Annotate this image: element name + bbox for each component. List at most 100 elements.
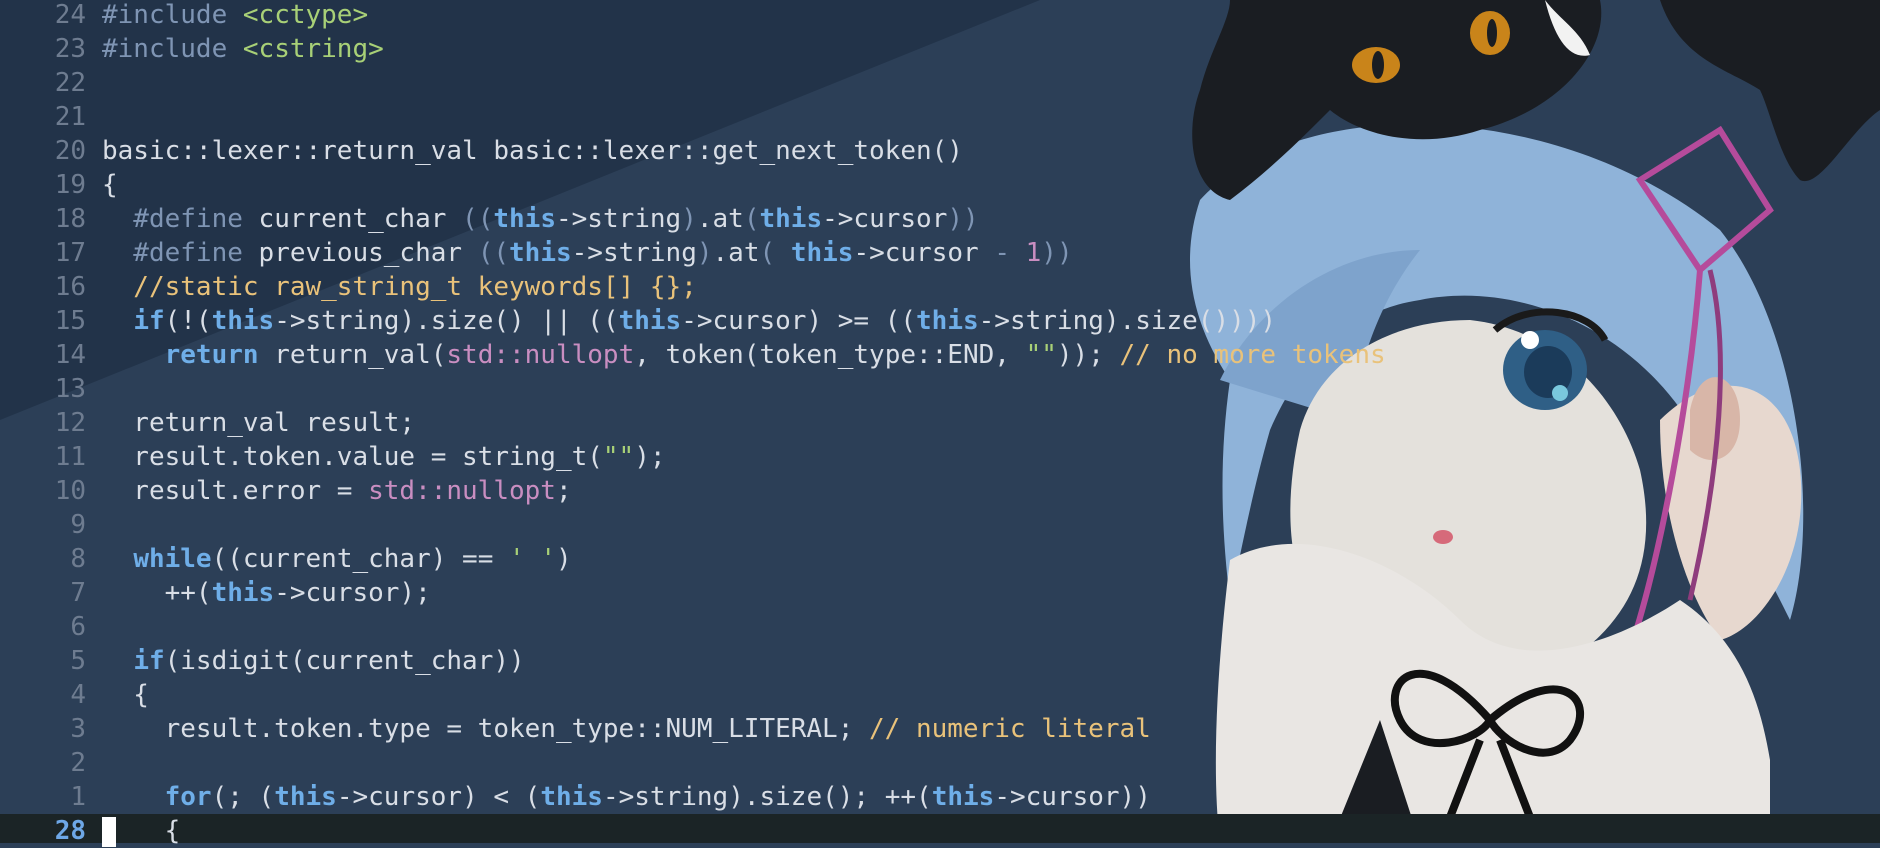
line-number: 21 [54,102,86,132]
code-line[interactable]: 2 [0,746,1880,780]
code-token: )) [947,204,979,234]
code-line[interactable]: 12 return_val result; [0,406,1880,440]
code-token: ->cursor [853,238,995,268]
code-token: 1 [1025,238,1042,268]
code-token: "" [602,442,635,472]
line-number: 2 [70,748,86,778]
code-token: ( [743,204,760,234]
code-line[interactable]: 19 { [0,168,1880,202]
code-token: return_val( [258,340,447,370]
line-number: 22 [54,68,86,98]
line-number: 11 [54,442,86,472]
code-line[interactable]: 20 basic::lexer::return_val basic::lexer:… [0,134,1880,168]
code-text: #include <cstring> [102,32,384,66]
code-token: (( [477,238,510,268]
code-line[interactable]: 16 //static raw_string_t keywords[] {}; [0,270,1880,304]
code-editor[interactable]: 24 #include <cctype> 23 #include <cstring> 2… [0,0,1880,847]
code-token: ->string [571,238,697,268]
code-text: #define previous_char ((this->string).at… [102,236,1073,270]
line-number: 23 [54,34,86,64]
code-line[interactable]: 9 [0,508,1880,542]
code-line[interactable]: 1 for(; (this->cursor) < (this->string).… [0,780,1880,814]
line-number: 7 [70,578,86,608]
code-token: ++( [102,578,212,608]
code-token: result.token.type = token_type::NUM_LITE… [102,714,870,744]
code-token: ->cursor) >= (( [681,306,917,336]
code-token: this [509,238,572,268]
code-token: // numeric literal [869,714,1151,744]
code-token: ->cursor)) [994,782,1151,812]
code-token: this [790,238,854,268]
code-token: this [931,782,995,812]
code-text: result.token.value = string_t(""); [102,440,666,474]
line-number: 10 [54,476,86,506]
code-token: if [133,306,165,336]
line-number: 24 [54,0,86,30]
code-line[interactable]: 13 [0,372,1880,406]
code-text: result.token.type = token_type::NUM_LITE… [102,712,1151,746]
code-text: return_val result; [102,406,415,440]
line-number: 8 [70,544,86,574]
code-token: (; ( [211,782,275,812]
code-token: result.token.value = string_t( [102,442,603,472]
code-text: { [102,678,149,712]
code-line[interactable]: 3 result.token.type = token_type::NUM_LI… [0,712,1880,746]
code-line[interactable]: 22 [0,66,1880,100]
code-token: ->cursor) < ( [336,782,541,812]
code-line[interactable]: 18 #define current_char ((this->string).… [0,202,1880,236]
code-token: { [102,680,149,710]
code-token: ->cursor [822,204,948,234]
code-line[interactable]: 23 #include <cstring> [0,32,1880,66]
line-number: 19 [54,170,86,200]
code-line[interactable]: 17 #define previous_char ((this->string)… [0,236,1880,270]
code-text: ++(this->cursor); [102,576,431,610]
code-line[interactable]: 5 if(isdigit(current_char)) [0,644,1880,678]
code-text: #define current_char ((this->string).at(… [102,202,979,236]
code-token: while [133,544,212,574]
code-token: (isdigit(current_char)) [164,646,525,676]
code-line[interactable]: 8 while((current_char) == ' ') [0,542,1880,576]
code-line[interactable]: 6 [0,610,1880,644]
code-text: #include <cctype> [102,0,368,32]
code-line[interactable]: 4 { [0,678,1880,712]
code-token: ) [696,238,713,268]
code-token: this [916,306,979,336]
code-token: )) [1041,238,1073,268]
code-token: ( [759,238,791,268]
code-token: ->cursor); [274,578,431,608]
code-line[interactable]: 14 return return_val(std::nullopt, token… [0,338,1880,372]
code-token: result.error = [102,476,369,506]
code-line[interactable]: 21 [0,100,1880,134]
code-token: ((current_char) == [211,544,510,574]
line-number: 3 [70,714,86,744]
code-token: (!( [164,306,212,336]
code-line[interactable]: 11 result.token.value = string_t(""); [0,440,1880,474]
code-token: this [211,306,275,336]
code-token: (( [462,204,494,234]
code-token: // no more tokens [1119,340,1386,370]
code-line[interactable]: 15 if(!(this->string).size() || ((this->… [0,304,1880,338]
line-number: 20 [54,136,86,166]
code-token: ->string).size(); ++( [602,782,932,812]
code-line[interactable]: 7 ++(this->cursor); [0,576,1880,610]
code-token: ); [634,442,666,472]
code-token: return [164,340,259,370]
code-line[interactable]: 10 result.error = std::nullopt; [0,474,1880,508]
code-token: ->string).size() || (( [274,306,619,336]
code-token: , token(token_type::END, [634,340,1026,370]
code-token: //static raw_string_t keywords[] {}; [102,272,697,302]
line-number: 17 [54,238,86,268]
code-line[interactable]: 24 #include <cctype> [0,0,1880,32]
code-token: )); [1056,340,1120,370]
code-text: for(; (this->cursor) < (this->string).si… [102,780,1151,814]
code-token: return_val result; [102,408,416,438]
line-number: 18 [54,204,86,234]
code-text: { [102,168,118,202]
code-token: { [102,170,118,200]
line-number: 6 [70,612,86,642]
current-line[interactable]: 28 { [0,814,1880,847]
